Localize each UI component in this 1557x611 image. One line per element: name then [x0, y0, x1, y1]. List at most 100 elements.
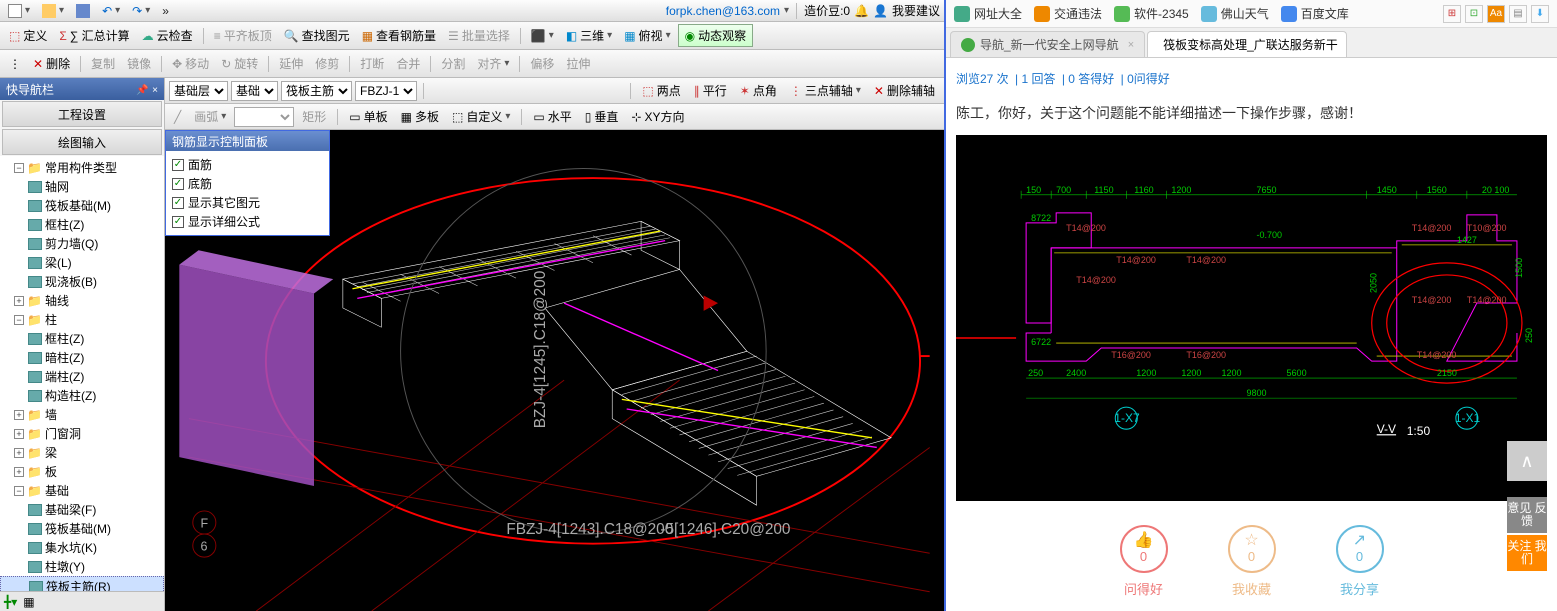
custom-button[interactable]: ⬚ 自定义▾ [447, 106, 515, 127]
bookmark-item[interactable]: 软件-2345 [1114, 5, 1189, 22]
tree-item[interactable]: 基础梁(F) [0, 500, 164, 519]
define-button[interactable]: ⬚定义 [4, 25, 52, 46]
checkbox-row[interactable]: ✓底筋 [172, 174, 323, 193]
shape-select[interactable] [234, 107, 294, 127]
parallel-button[interactable]: ∥平行 [689, 80, 732, 101]
browser-tab[interactable]: 导航_新一代安全上网导航× [950, 31, 1145, 57]
add-icon[interactable]: ╋▾ [4, 595, 17, 609]
tree-folder[interactable]: +📁墙 [0, 405, 164, 424]
batch-select-button[interactable]: ☰批量选择 [443, 25, 515, 46]
tree-folder[interactable]: −📁常用构件类型 [0, 158, 164, 177]
tree-item[interactable]: 现浇板(B) [0, 272, 164, 291]
bookmark-item[interactable]: 交通违法 [1034, 5, 1102, 22]
tree-item[interactable]: 集水坑(K) [0, 538, 164, 557]
tree-folder[interactable]: −📁柱 [0, 310, 164, 329]
flat-top-button[interactable]: ≡平齐板顶 [209, 25, 277, 46]
new-button[interactable]: ▾ [4, 3, 34, 19]
expand-icon[interactable]: − [14, 486, 24, 496]
action-circle[interactable]: ☆0 [1228, 525, 1276, 573]
tree-item[interactable]: 剪力墙(Q) [0, 234, 164, 253]
component-tree[interactable]: −📁常用构件类型轴网筏板基础(M)框柱(Z)剪力墙(Q)梁(L)现浇板(B)+📁… [0, 156, 164, 591]
tree-folder[interactable]: +📁轴线 [0, 291, 164, 310]
checkbox-icon[interactable]: ✓ [172, 216, 184, 228]
suggest-link[interactable]: 我要建议 [892, 2, 940, 19]
line-button[interactable]: ╱ [169, 108, 186, 126]
offset-button[interactable]: 偏移 [525, 53, 559, 74]
dynamic-view-button[interactable]: ◉动态观察 [678, 24, 754, 47]
action-我分享[interactable]: ↗0我分享 [1336, 525, 1384, 598]
tree-folder[interactable]: +📁梁 [0, 443, 164, 462]
checkbox-row[interactable]: ✓显示其它图元 [172, 193, 323, 212]
rect-button[interactable]: 矩形 [297, 106, 331, 127]
category-select[interactable]: 基础 [231, 81, 278, 101]
handle-icon[interactable]: ⋮ [4, 55, 26, 73]
rebar-display-panel[interactable]: 钢筋显示控制面板 ✓面筋✓底筋✓显示其它图元✓显示详细公式 [165, 130, 330, 236]
ext-icon[interactable]: ⊞ [1443, 5, 1461, 23]
item-select[interactable]: FBZJ-1 [355, 81, 417, 101]
browser-tab[interactable]: 筏板变标高处理_广联达服务新干× [1147, 31, 1347, 57]
expand-icon[interactable]: − [14, 315, 24, 325]
pin-icon[interactable]: 📌 [136, 85, 148, 96]
vert-button[interactable]: ▯ 垂直 [580, 106, 624, 127]
cloud-check-button[interactable]: ☁云检查 [137, 25, 198, 46]
undo-button[interactable]: ↶▾ [98, 3, 124, 19]
tree-item[interactable]: 筏板主筋(R) [0, 576, 164, 591]
move-button[interactable]: ✥ 移动 [167, 53, 214, 74]
checkbox-row[interactable]: ✓面筋 [172, 155, 323, 174]
redo-button[interactable]: ↷▾ [128, 3, 154, 19]
align-button[interactable]: 对齐▾ [472, 53, 514, 74]
tree-item[interactable]: 端柱(Z) [0, 367, 164, 386]
tree-item[interactable]: 轴网 [0, 177, 164, 196]
three-aux-button[interactable]: ⋮三点辅轴▾ [785, 80, 866, 101]
horiz-button[interactable]: ▭ 水平 [528, 106, 576, 127]
tree-item[interactable]: 暗柱(Z) [0, 348, 164, 367]
multi-board-button[interactable]: ▦ 多板 [396, 106, 444, 127]
checkbox-row[interactable]: ✓显示详细公式 [172, 212, 323, 231]
tree-folder[interactable]: +📁板 [0, 462, 164, 481]
two-point-button[interactable]: ⬚两点 [637, 80, 685, 101]
merge-button[interactable]: 合并 [391, 53, 425, 74]
checkbox-icon[interactable]: ✓ [172, 197, 184, 209]
tab-close-icon[interactable]: × [1128, 39, 1134, 51]
expand-icon[interactable]: + [14, 467, 24, 477]
stretch-button[interactable]: 拉伸 [561, 53, 595, 74]
user-icon[interactable]: 👤 [873, 4, 888, 18]
single-board-button[interactable]: ▭ 单板 [344, 106, 392, 127]
arc-button[interactable]: 画弧▾ [189, 106, 231, 127]
find-elem-button[interactable]: 🔍查找图元 [279, 25, 355, 46]
side-button[interactable]: 关注 我们 [1507, 535, 1547, 571]
scroll-top-button[interactable]: ∧ [1507, 441, 1547, 481]
tree-item[interactable]: 筏板基础(M) [0, 196, 164, 215]
point-angle-button[interactable]: ✶点角 [735, 80, 782, 101]
expand-icon[interactable]: + [14, 296, 24, 306]
expand-icon[interactable]: + [14, 448, 24, 458]
tree-item[interactable]: 框柱(Z) [0, 215, 164, 234]
tree-item[interactable]: 柱墩(Y) [0, 557, 164, 576]
open-button[interactable]: ▾ [38, 3, 68, 19]
type-select[interactable]: 筏板主筋 [281, 81, 352, 101]
delete-button[interactable]: ✕删除 [28, 53, 75, 74]
checkbox-icon[interactable]: ✓ [172, 159, 184, 171]
tree-item[interactable]: 筏板基础(M) [0, 519, 164, 538]
box-button[interactable]: ⬛▾ [526, 27, 559, 45]
top-view-button[interactable]: ▦俯视▾ [619, 25, 675, 46]
3d-button[interactable]: ◧三维▾ [561, 25, 617, 46]
view-rebar-button[interactable]: ▦查看钢筋量 [357, 25, 441, 46]
action-circle[interactable]: 👍0 [1120, 525, 1168, 573]
side-button[interactable]: 意见 反馈 [1507, 497, 1547, 533]
bell-icon[interactable]: 🔔 [854, 4, 869, 18]
layer-select[interactable]: 基础层 [169, 81, 228, 101]
expand-icon[interactable]: − [14, 163, 24, 173]
xy-button[interactable]: ⊹ XY方向 [626, 106, 689, 127]
tree-folder[interactable]: +📁门窗洞 [0, 424, 164, 443]
tree-item[interactable]: 构造柱(Z) [0, 386, 164, 405]
action-circle[interactable]: ↗0 [1336, 525, 1384, 573]
ext-icon[interactable]: ⬇ [1531, 5, 1549, 23]
break-button[interactable]: 打断 [355, 53, 389, 74]
save-button[interactable] [72, 3, 94, 19]
rotate-button[interactable]: ↻ 旋转 [216, 53, 263, 74]
ext-icon[interactable]: Aa [1487, 5, 1505, 23]
checkbox-icon[interactable]: ✓ [172, 178, 184, 190]
close-icon[interactable]: × [152, 85, 158, 96]
grid-icon[interactable]: ▦ [23, 595, 34, 609]
